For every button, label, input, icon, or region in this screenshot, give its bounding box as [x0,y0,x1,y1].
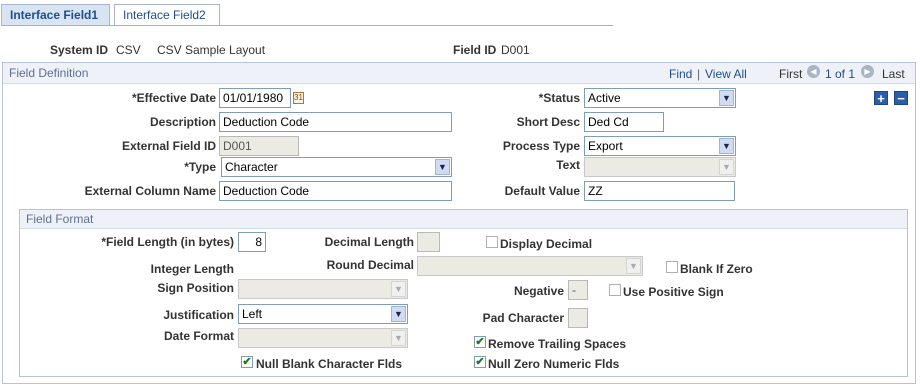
field-length-input[interactable]: 8 [238,232,266,252]
chevron-down-icon: ▼ [391,330,406,346]
chevron-down-icon: ▼ [719,159,734,175]
field-format-title: Field Format [26,212,94,226]
text-select: ▼ [584,157,736,177]
display-decimal-checkbox[interactable] [486,236,498,248]
integer-length-label: Integer Length [150,262,234,276]
justification-label: Justification [163,308,234,322]
effective-date-label: *Effective Date [131,91,216,105]
use-positive-sign-label: Use Positive Sign [623,285,724,299]
null-zero-numeric-label: Null Zero Numeric Flds [488,357,620,371]
nav-last-label[interactable]: Last [882,67,905,81]
external-field-id-input: D001 [219,136,299,156]
nav-next-icon[interactable]: ▶ [861,65,874,78]
process-type-value: Export [588,139,623,153]
type-label: *Type [184,160,216,174]
null-blank-character-label: Null Blank Character Flds [256,357,403,371]
field-id-label: Field ID [453,43,497,57]
sign-position-select: ▼ [238,279,408,299]
external-column-name-label: External Column Name [84,184,216,198]
chevron-down-icon: ▼ [719,90,734,106]
default-value-label: Default Value [504,184,580,198]
nav-range: 1 of 1 [825,67,856,81]
nav-separator: | [697,67,701,81]
find-link[interactable]: Find [669,67,692,81]
sign-position-label: Sign Position [157,281,234,295]
decimal-length-label: Decimal Length [324,235,414,249]
type-select[interactable]: Character ▼ [221,157,452,177]
negative-label: Negative [513,284,564,298]
delete-row-button[interactable]: − [894,91,908,105]
tab-interface-field2[interactable]: Interface Field2 [114,4,220,25]
pad-character-label: Pad Character [482,311,564,325]
description-input[interactable]: Deduction Code [219,112,452,132]
system-id-description: CSV Sample Layout [157,43,266,57]
default-value-input[interactable]: ZZ [584,181,735,201]
tab-interface-field2-label: Interface Field2 [123,8,206,22]
round-decimal-select: ▼ [417,256,643,276]
field-id-value: D001 [501,43,530,57]
type-select-value: Character [225,160,278,174]
nav-prev-icon[interactable]: ◀ [807,65,820,78]
process-type-select[interactable]: Export ▼ [584,136,736,156]
remove-trailing-spaces-checkbox[interactable]: ✔ [474,336,486,348]
blank-if-zero-label: Blank If Zero [680,262,753,276]
remove-trailing-spaces-label: Remove Trailing Spaces [488,337,627,351]
null-zero-numeric-checkbox[interactable]: ✔ [474,356,486,368]
effective-date-input[interactable]: 01/01/1980 [219,88,291,108]
tab-underline [1,25,613,26]
chevron-down-icon: ▼ [626,258,641,274]
short-desc-label: Short Desc [516,115,580,129]
field-format-header: Field Format [20,210,907,229]
tab-interface-field1[interactable]: Interface Field1 [1,4,110,25]
external-column-name-input[interactable]: Deduction Code [219,181,452,201]
field-length-label: *Field Length (in bytes) [101,235,234,249]
short-desc-input[interactable]: Ded Cd [584,112,664,132]
justification-select[interactable]: Left ▼ [238,304,408,324]
external-field-id-label: External Field ID [121,139,216,153]
view-all-link[interactable]: View All [705,67,747,81]
display-decimal-label: Display Decimal [500,237,593,251]
text-label: Text [556,158,580,172]
round-decimal-label: Round Decimal [326,258,414,272]
chevron-down-icon: ▼ [391,306,406,322]
date-format-label: Date Format [163,329,234,343]
chevron-down-icon: ▼ [435,159,450,175]
null-blank-character-checkbox[interactable]: ✔ [241,356,253,368]
tab-interface-field1-label: Interface Field1 [10,8,99,22]
add-row-button[interactable]: + [874,91,888,105]
status-select[interactable]: Active ▼ [584,88,736,108]
chevron-down-icon: ▼ [391,281,406,297]
decimal-length-input [417,232,440,252]
date-format-select: ▼ [238,328,408,348]
status-label: *Status [538,91,580,105]
system-id-label: System ID [50,43,109,57]
process-type-label: Process Type [502,139,580,153]
chevron-down-icon: ▼ [719,138,734,154]
calendar-icon[interactable]: 31 [293,92,304,104]
nav-first-label[interactable]: First [779,67,802,81]
description-label: Description [149,115,216,129]
justification-value: Left [242,307,263,321]
blank-if-zero-checkbox[interactable] [666,261,678,273]
system-id-value: CSV [116,43,141,57]
negative-input: - [568,280,588,300]
pad-character-input [568,308,588,328]
use-positive-sign-checkbox[interactable] [609,284,621,296]
status-select-value: Active [588,91,621,105]
field-definition-title: Field Definition [9,66,89,80]
